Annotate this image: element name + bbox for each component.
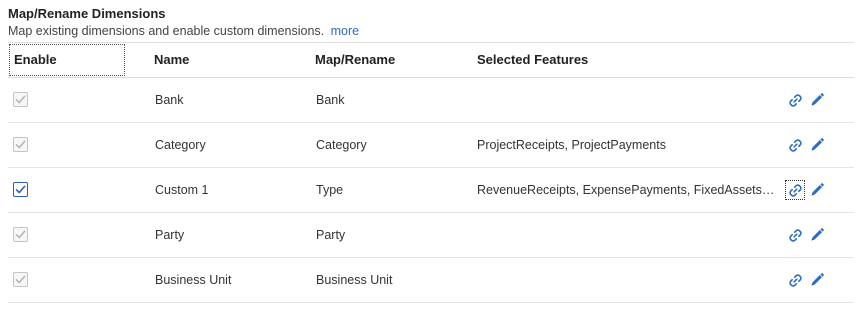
- pencil-icon[interactable]: [808, 181, 826, 199]
- table-row: Bank Bank: [8, 78, 854, 123]
- dimension-name: Business Unit: [155, 273, 232, 287]
- pencil-icon[interactable]: [808, 226, 826, 244]
- row-actions: [786, 226, 826, 244]
- selected-features: [477, 258, 782, 302]
- more-link[interactable]: more: [331, 24, 359, 38]
- pencil-icon[interactable]: [808, 91, 826, 109]
- dimension-map-rename: Party: [316, 228, 346, 242]
- enable-checkbox: [13, 272, 28, 287]
- table-row: Custom 1 Type RevenueReceipts, ExpensePaym…: [8, 168, 854, 213]
- link-icon[interactable]: [786, 136, 804, 154]
- table-row: Category Category ProjectReceipts, Project…: [8, 123, 854, 168]
- link-icon[interactable]: [786, 271, 804, 289]
- column-header-map-rename[interactable]: Map/Rename: [315, 43, 395, 77]
- pencil-icon[interactable]: [808, 271, 826, 289]
- table-body: Bank Bank Category Category ProjectReceipts,…: [8, 78, 854, 303]
- pencil-icon[interactable]: [808, 136, 826, 154]
- dimension-map-rename: Bank: [316, 93, 345, 107]
- column-header-selected-features[interactable]: Selected Features: [477, 43, 588, 77]
- table-row: Party Party: [8, 213, 854, 258]
- enable-cell: [13, 182, 28, 197]
- selected-features: [477, 78, 782, 122]
- section-title: Map/Rename Dimensions: [8, 6, 166, 21]
- selected-features: [477, 213, 782, 257]
- enable-cell: [13, 272, 28, 287]
- column-header-name[interactable]: Name: [154, 43, 189, 77]
- link-icon[interactable]: [786, 91, 804, 109]
- enable-cell: [13, 227, 28, 242]
- table-header: Enable Name Map/Rename Selected Features: [8, 43, 854, 78]
- selected-features: RevenueReceipts, ExpensePayments, FixedA…: [477, 183, 782, 197]
- enable-cell: [13, 137, 28, 152]
- selected-features: ProjectReceipts, ProjectPayments: [477, 138, 666, 152]
- enable-cell: [13, 92, 28, 107]
- dimension-name: Custom 1: [155, 183, 209, 197]
- row-actions: [786, 91, 826, 109]
- dimension-map-rename: Category: [316, 138, 367, 152]
- dimensions-table: Enable Name Map/Rename Selected Features…: [8, 42, 854, 303]
- description-text: Map existing dimensions and enable custo…: [8, 24, 325, 38]
- enable-checkbox: [13, 227, 28, 242]
- dimension-map-rename: Type: [316, 183, 344, 197]
- dimension-name: Party: [155, 228, 185, 242]
- row-actions: [786, 271, 826, 289]
- enable-checkbox[interactable]: [13, 182, 28, 197]
- row-actions: [786, 136, 826, 154]
- dimension-name: Category: [155, 138, 206, 152]
- row-actions: [785, 180, 826, 200]
- link-icon[interactable]: [785, 180, 805, 200]
- section-header: Map/Rename Dimensions Map existing dimen…: [8, 6, 359, 39]
- table-row: Business Unit Business Unit: [8, 258, 854, 303]
- dimension-map-rename: Business Unit: [316, 273, 393, 287]
- enable-checkbox: [13, 137, 28, 152]
- column-header-enable[interactable]: Enable: [9, 44, 125, 76]
- section-description: Map existing dimensions and enable custo…: [8, 23, 359, 39]
- enable-checkbox: [13, 92, 28, 107]
- link-icon[interactable]: [786, 226, 804, 244]
- dimension-name: Bank: [155, 93, 184, 107]
